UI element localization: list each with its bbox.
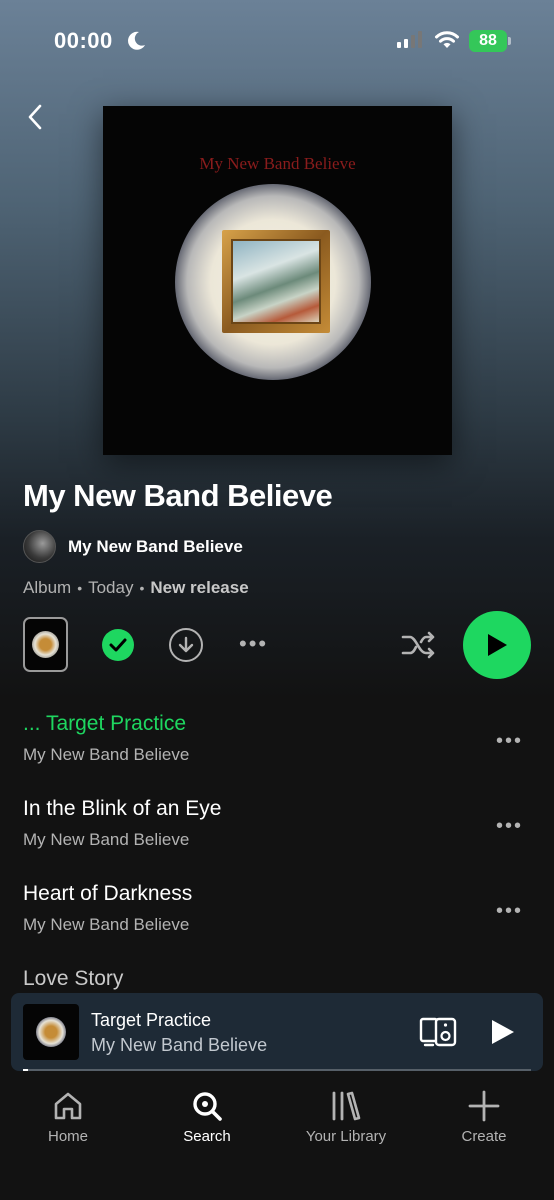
now-playing-bar[interactable]: Target Practice My New Band Believe (11, 993, 543, 1071)
download-button[interactable] (169, 628, 203, 662)
status-bar: 00:00 88 (0, 0, 554, 84)
shuffle-button[interactable] (401, 629, 437, 661)
back-button[interactable] (20, 100, 50, 134)
album-type: Album (23, 578, 72, 597)
track-title: Heart of Darkness (23, 882, 193, 905)
track-title: ... Target Practice (23, 712, 187, 735)
track-artist: My New Band Believe (23, 915, 190, 934)
track-row[interactable]: ... Target Practice My New Band Believe … (23, 712, 533, 797)
separator-dot: • (77, 580, 83, 596)
library-icon (332, 1091, 361, 1121)
nav-search[interactable]: Search (152, 1090, 262, 1145)
preview-cover-button[interactable] (23, 617, 68, 672)
separator-dot: • (139, 580, 145, 596)
bottom-nav: Home Search Your Library Create (0, 1076, 554, 1200)
nav-home[interactable]: Home (13, 1090, 123, 1145)
album-date: Today (88, 578, 134, 597)
cover-painting-frame (222, 230, 330, 333)
artist-row[interactable]: My New Band Believe (23, 530, 243, 563)
search-icon (193, 1092, 222, 1121)
nav-create[interactable]: Create (429, 1090, 539, 1145)
download-icon (178, 636, 194, 653)
track-title: In the Blink of an Eye (23, 797, 222, 820)
wifi-icon (435, 31, 459, 48)
nav-home-label: Home (47, 1128, 88, 1145)
track-row[interactable]: Heart of Darkness My New Band Believe ••… (23, 882, 533, 967)
battery-indicator: 88 (469, 30, 507, 52)
nav-library[interactable]: Your Library (291, 1090, 401, 1145)
track-title: Love Story (23, 967, 124, 990)
home-icon (54, 1092, 82, 1120)
nav-library-label: Your Library (305, 1128, 387, 1145)
status-time: 00:00 (54, 28, 113, 53)
track-artist: My New Band Believe (23, 745, 190, 764)
chevron-left-icon (28, 104, 42, 130)
cover-painting (231, 239, 321, 324)
now-playing-artist: My New Band Believe (91, 1035, 268, 1055)
more-options-button[interactable]: ••• (239, 633, 268, 655)
cellular-signal-icon (397, 30, 422, 48)
track-more-button[interactable]: ••• (496, 730, 523, 753)
now-playing-title: Target Practice (91, 1010, 212, 1030)
play-icon (488, 634, 507, 656)
check-icon (109, 638, 127, 652)
mini-cover-art (32, 631, 59, 658)
track-artist: My New Band Believe (23, 830, 190, 849)
track-more-button[interactable]: ••• (496, 900, 523, 923)
track-row[interactable]: In the Blink of an Eye My New Band Belie… (23, 797, 533, 882)
album-title: My New Band Believe (23, 478, 333, 513)
album-tag: New release (150, 578, 249, 597)
nav-create-label: Create (461, 1128, 507, 1145)
artist-avatar[interactable] (23, 530, 56, 563)
nav-search-label: Search (183, 1128, 231, 1145)
now-playing-progress (23, 1069, 531, 1071)
artist-name[interactable]: My New Band Believe (68, 537, 243, 557)
action-row: ••• (23, 611, 533, 679)
plus-icon (468, 1090, 500, 1122)
track-more-button[interactable]: ••• (496, 815, 523, 838)
progress-fill (23, 1069, 29, 1071)
now-playing-play-icon[interactable] (487, 1017, 517, 1047)
mini-cover-art (36, 1017, 66, 1047)
connect-device-icon[interactable] (419, 1015, 457, 1047)
saved-button[interactable] (102, 629, 134, 661)
moon-icon (128, 31, 145, 50)
album-meta: Album • Today • New release (23, 578, 249, 598)
play-button[interactable] (463, 611, 531, 679)
album-cover: My New Band Believe (103, 106, 452, 455)
now-playing-art (23, 1004, 79, 1060)
cover-title-text: My New Band Believe (199, 154, 356, 173)
battery-tip (508, 37, 511, 45)
